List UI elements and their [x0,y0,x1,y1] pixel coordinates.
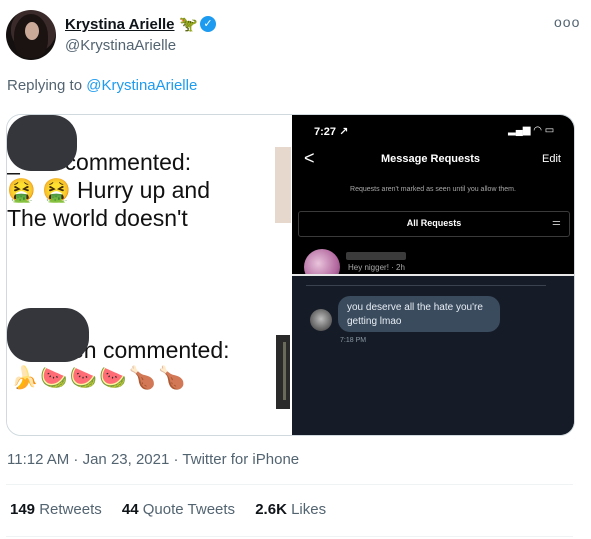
message-time: 7:18 PM [340,337,367,344]
replying-to-mention-link[interactable]: @KrystinaArielle [86,77,197,94]
dinosaur-emoji-icon: 🦖 [179,16,198,33]
comment1-line2-text: Hurry up and [70,177,211,203]
message-requests-title: Message Requests [381,153,481,165]
all-requests-bar: All Requests ⚌ [298,211,570,237]
request-preview-text: Hey nigger! · 2h [348,263,405,272]
message-bubble: you deserve all the hate you're getting … [338,296,500,332]
quote-tweets-count: 44 [121,501,139,518]
food-emoji-row: 🍌🍉🍉🍉🍗🍗 [11,365,188,390]
phone-status-icons: ▂▄▆ ◠ ▭ [508,125,555,136]
user-handle[interactable]: @KrystinaArielle [65,37,176,54]
redacted-username-1 [7,115,77,171]
comment1-line2: 🤮 🤮 Hurry up and [7,177,210,204]
comment2-line1: en commented: [71,337,230,363]
redacted-request-username [346,252,406,260]
divider-line [306,285,546,286]
vomit-emoji-icon: 🤮 🤮 [7,177,71,203]
media-image-right[interactable]: 7:27 ↗ ▂▄▆ ◠ ▭ < Message Requests Edit R… [292,115,574,435]
edit-label: Edit [542,153,561,165]
likes-count: 2.6K [255,501,287,518]
retweets-label: Retweets [39,501,102,518]
tweet-source-link[interactable]: Twitter for iPhone [182,451,299,468]
quote-tweets-label: Quote Tweets [142,501,236,518]
profile-avatar[interactable] [6,10,56,60]
cropped-photo-strip [275,147,291,223]
likes-stat[interactable]: 2.6K Likes [255,501,326,518]
replying-to: Replying to @KrystinaArielle [7,77,197,94]
likes-label: Likes [291,501,327,518]
divider-bottom [6,536,573,537]
message-text: you deserve all the hate you're getting … [347,302,483,327]
phone-clock: 7:27 ↗ [314,126,349,138]
tweet-stats: 149 Retweets 44 Quote Tweets 2.6K Likes [10,501,342,518]
dm-sender-avatar [310,309,332,331]
cropped-photo-detail [283,342,286,400]
all-requests-label: All Requests [406,218,462,228]
replying-to-prefix: Replying to [7,77,87,94]
media-image-left[interactable]: _een commented: 🤮 🤮 Hurry up and The wor… [7,115,291,435]
more-options-icon[interactable]: ooo [554,14,580,30]
tweet-timestamp-link[interactable]: 11:12 AM · Jan 23, 2021 [7,451,169,468]
tweet-meta: 11:12 AM · Jan 23, 2021 · Twitter for iP… [7,451,299,468]
quote-tweets-stat[interactable]: 44 Quote Tweets [122,501,235,518]
comment1-line3: The world doesn't [7,205,188,231]
dm-conversation: you deserve all the hate you're getting … [292,274,574,435]
requests-note: Requests aren't marked as seen until you… [350,186,516,193]
retweets-count: 149 [10,501,36,518]
display-name[interactable]: Krystina Arielle [65,16,175,33]
back-chevron-icon: < [304,148,315,168]
divider [6,484,573,485]
meta-separator: · [169,451,183,468]
filter-sliders-icon: ⚌ [552,217,561,228]
verified-badge-icon: ✓ [200,16,216,32]
tweet-media[interactable]: _een commented: 🤮 🤮 Hurry up and The wor… [6,114,575,436]
avatar-face [25,22,39,40]
redacted-username-2 [7,308,89,362]
retweets-stat[interactable]: 149 Retweets [10,501,102,518]
